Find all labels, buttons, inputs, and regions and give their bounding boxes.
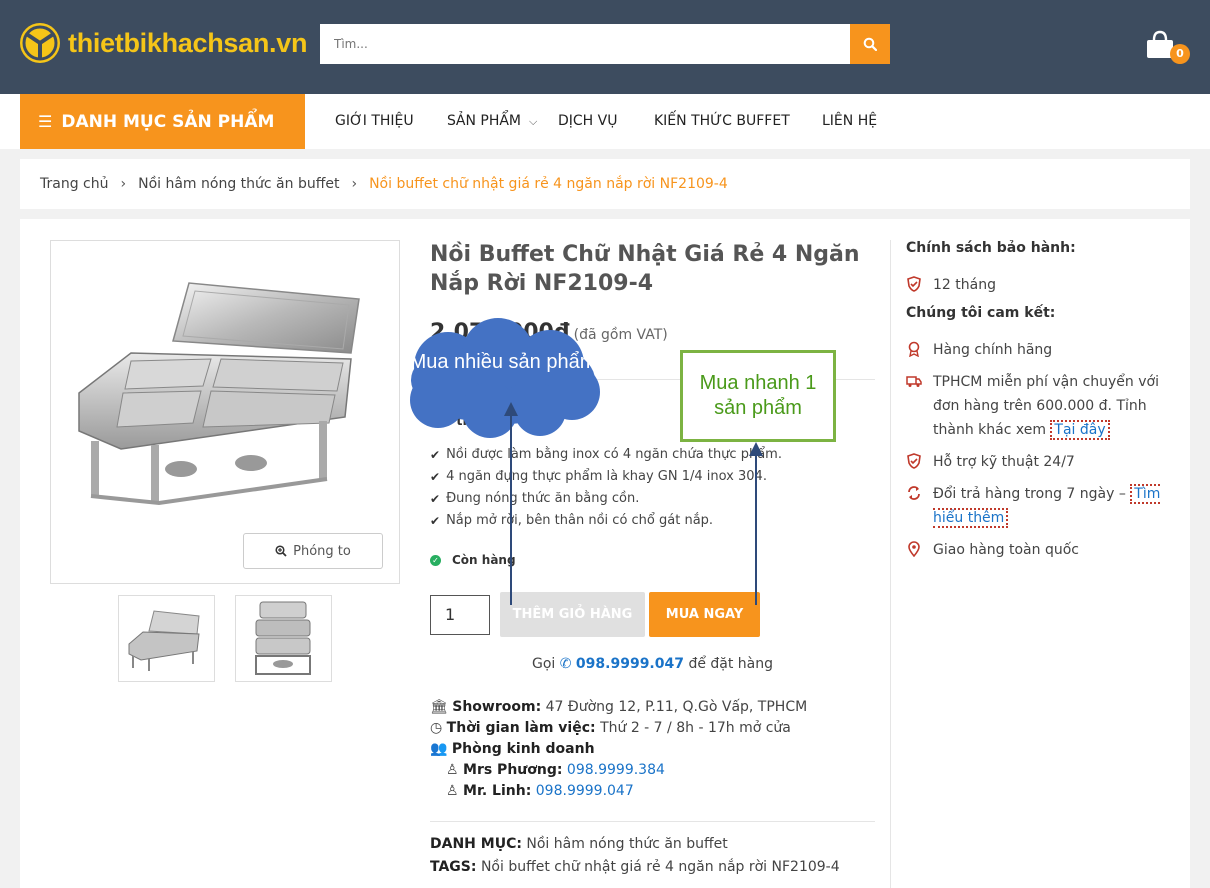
annotation-arrows	[504, 402, 763, 605]
arrowhead-icon	[749, 442, 763, 456]
arrowhead-icon	[504, 402, 518, 416]
